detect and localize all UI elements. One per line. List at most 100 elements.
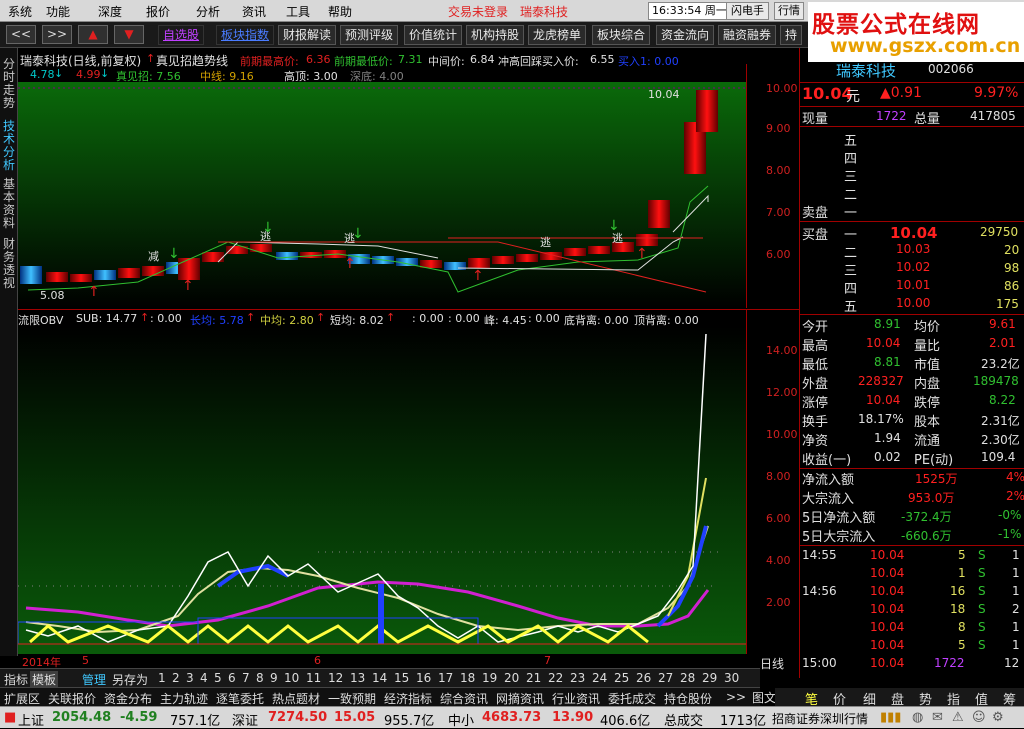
menu-quote[interactable]: 报价 bbox=[146, 3, 170, 20]
tab-template[interactable]: 模板 bbox=[30, 671, 59, 688]
tab-10[interactable]: 10 bbox=[284, 671, 299, 685]
menu-depth[interactable]: 深度 bbox=[98, 3, 122, 20]
tab-17[interactable]: 17 bbox=[438, 671, 453, 685]
watermark-title: 股票公式在线网 bbox=[812, 12, 980, 38]
tab-manage[interactable]: 管理 bbox=[82, 671, 106, 688]
tab-22[interactable]: 22 bbox=[548, 671, 563, 685]
tab-intraday[interactable]: 分时走势 bbox=[1, 58, 17, 110]
forecast-rating-button[interactable]: 预测评级 bbox=[340, 25, 399, 45]
link-capital-distribution[interactable]: 资金分布 bbox=[104, 690, 152, 707]
tab-1[interactable]: 1 bbox=[158, 671, 166, 685]
tab-16[interactable]: 16 bbox=[416, 671, 431, 685]
menu-tools[interactable]: 工具 bbox=[286, 3, 310, 20]
tab-19[interactable]: 19 bbox=[482, 671, 497, 685]
tab-8[interactable]: 8 bbox=[256, 671, 264, 685]
institution-holdings-button[interactable]: 机构持股 bbox=[466, 25, 525, 45]
dragon-tiger-button[interactable]: 龙虎榜单 bbox=[528, 25, 587, 45]
link-extension[interactable]: 扩展区 bbox=[4, 690, 40, 707]
watchlist-button[interactable]: 自选股 bbox=[158, 25, 205, 45]
link-related-quote[interactable]: 关联报价 bbox=[48, 690, 96, 707]
tab-26[interactable]: 26 bbox=[636, 671, 651, 685]
link-industry-news[interactable]: 行业资讯 bbox=[552, 690, 600, 707]
tab-14[interactable]: 14 bbox=[372, 671, 387, 685]
tab-7[interactable]: 7 bbox=[242, 671, 250, 685]
link-more[interactable]: >> bbox=[726, 690, 746, 704]
sz-label[interactable]: 深证 bbox=[232, 710, 258, 729]
zx-label[interactable]: 中小 bbox=[448, 710, 474, 729]
tab-3[interactable]: 3 bbox=[186, 671, 194, 685]
price-change-pct: 9.97% bbox=[974, 85, 1019, 101]
tab-25[interactable]: 25 bbox=[614, 671, 629, 685]
menu-system[interactable]: 系统 bbox=[8, 3, 32, 20]
price-tick: 8.00 bbox=[766, 164, 791, 177]
tab-18[interactable]: 18 bbox=[460, 671, 475, 685]
report-interpret-button[interactable]: 财报解读 bbox=[278, 25, 337, 45]
tab-2[interactable]: 2 bbox=[172, 671, 180, 685]
capital-flow-button[interactable]: 资金流向 bbox=[656, 25, 715, 45]
quote-button[interactable]: 行情 bbox=[774, 2, 804, 20]
indicator-name[interactable]: 真见招趋势线 bbox=[156, 52, 228, 69]
link-hot-topics[interactable]: 热点题材 bbox=[272, 690, 320, 707]
tab-13[interactable]: 13 bbox=[350, 671, 365, 685]
value-stats-button[interactable]: 价值统计 bbox=[404, 25, 463, 45]
tab-technical[interactable]: 技术分析 bbox=[1, 120, 17, 172]
stock-code: 002066 bbox=[928, 62, 974, 76]
tab-29[interactable]: 29 bbox=[702, 671, 717, 685]
link-orders-trades[interactable]: 委托成交 bbox=[608, 690, 656, 707]
tab-4[interactable]: 4 bbox=[200, 671, 208, 685]
menu-news[interactable]: 资讯 bbox=[242, 3, 266, 20]
tab-9[interactable]: 9 bbox=[270, 671, 278, 685]
next-page-button[interactable]: >> bbox=[42, 25, 72, 44]
link-holdings[interactable]: 持仓股份 bbox=[664, 690, 712, 707]
stat-label: 均价 bbox=[914, 320, 941, 335]
prev-page-button[interactable]: << bbox=[6, 25, 36, 44]
tab-11[interactable]: 11 bbox=[306, 671, 321, 685]
flash-trade-button[interactable]: 闪电手 bbox=[726, 2, 769, 20]
trade-login-status[interactable]: 交易未登录 bbox=[448, 3, 508, 20]
sector-index-button[interactable]: 板块指数 bbox=[216, 25, 275, 45]
tab-save-as[interactable]: 另存为 bbox=[112, 671, 148, 688]
margin-trading-button[interactable]: 融资融券 bbox=[718, 25, 777, 45]
chat-icon[interactable]: ✉ bbox=[932, 710, 943, 725]
tab-23[interactable]: 23 bbox=[570, 671, 585, 685]
settings-icon[interactable]: ⚙ bbox=[992, 710, 1004, 725]
tab-5[interactable]: 5 bbox=[214, 671, 222, 685]
menu-analysis[interactable]: 分析 bbox=[196, 3, 220, 20]
tab-indicator[interactable]: 指标 bbox=[4, 671, 28, 688]
tab-27[interactable]: 27 bbox=[658, 671, 673, 685]
sector-summary-button[interactable]: 板块综合 bbox=[592, 25, 651, 45]
person-icon[interactable]: ☺ bbox=[972, 710, 986, 725]
tick-side: S bbox=[978, 620, 986, 634]
buy-level: 一 bbox=[844, 228, 858, 243]
link-general-news[interactable]: 综合资讯 bbox=[440, 690, 488, 707]
tab-fundamentals[interactable]: 基本资料 bbox=[1, 178, 17, 230]
tab-20[interactable]: 20 bbox=[504, 671, 519, 685]
tab-24[interactable]: 24 bbox=[592, 671, 607, 685]
zx-index: 4683.73 bbox=[482, 710, 542, 725]
alert-icon[interactable]: ⚠ bbox=[952, 710, 964, 725]
signal-icon: ▮▮▮ bbox=[880, 710, 902, 725]
down-arrow-icon[interactable]: ▼ bbox=[114, 25, 144, 44]
up-arrow-icon[interactable]: ▲ bbox=[78, 25, 108, 44]
period-label[interactable]: 日线 bbox=[760, 655, 784, 672]
tab-21[interactable]: 21 bbox=[526, 671, 541, 685]
link-web-news[interactable]: 网摘资讯 bbox=[496, 690, 544, 707]
tab-12[interactable]: 12 bbox=[328, 671, 343, 685]
link-econ-indicators[interactable]: 经济指标 bbox=[384, 690, 432, 707]
network-icon[interactable]: ◍ bbox=[912, 710, 923, 725]
link-main-track[interactable]: 主力轨迹 bbox=[160, 690, 208, 707]
holdings-button[interactable]: 持 bbox=[780, 25, 803, 45]
tab-15[interactable]: 15 bbox=[394, 671, 409, 685]
tab-financials[interactable]: 财务透视 bbox=[1, 238, 17, 290]
menu-help[interactable]: 帮助 bbox=[328, 3, 352, 20]
tab-28[interactable]: 28 bbox=[680, 671, 695, 685]
menu-function[interactable]: 功能 bbox=[46, 3, 70, 20]
tab-30[interactable]: 30 bbox=[724, 671, 739, 685]
buy-price: 10.04 bbox=[890, 224, 938, 242]
link-consensus[interactable]: 一致预期 bbox=[328, 690, 376, 707]
tab-6[interactable]: 6 bbox=[228, 671, 236, 685]
obv-chart[interactable] bbox=[18, 326, 746, 654]
sh-label[interactable]: 上证 bbox=[18, 710, 44, 729]
link-order-detail[interactable]: 逐笔委托 bbox=[216, 690, 264, 707]
candlestick-chart[interactable]: 10.04 5.08 减 逃 逃 逃 逃 ↓ ↓ ↓ ↓ ↑ ↑ ↑ ↑ ↑ bbox=[18, 82, 746, 308]
